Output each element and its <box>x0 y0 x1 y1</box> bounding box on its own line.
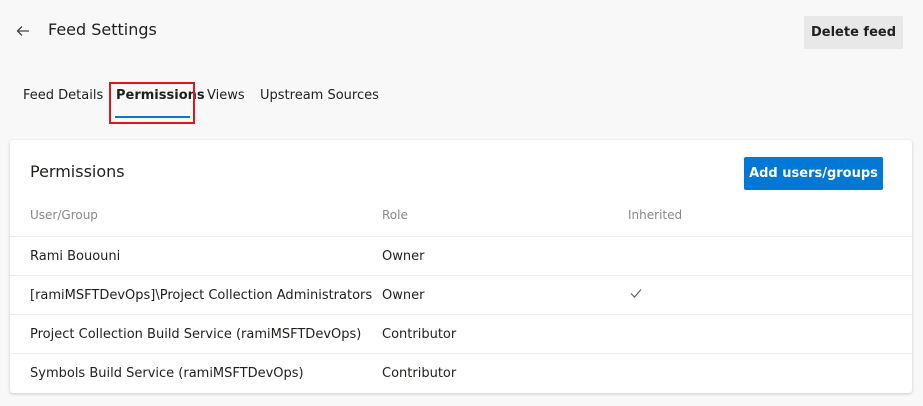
tab-upstream-sources[interactable]: Upstream Sources <box>260 88 379 103</box>
page-header: Feed Settings Delete feed <box>0 0 923 62</box>
tab-feed-details[interactable]: Feed Details <box>23 88 103 103</box>
role-cell: Contributor <box>382 366 457 381</box>
table-row[interactable]: Rami Bououni Owner <box>10 236 912 275</box>
checkmark-icon <box>630 289 642 298</box>
column-header-user-group[interactable]: User/Group <box>30 208 98 222</box>
column-header-role[interactable]: Role <box>382 208 408 222</box>
arrow-left-icon <box>16 26 29 36</box>
delete-feed-button[interactable]: Delete feed <box>804 16 903 49</box>
role-cell: Owner <box>382 288 425 303</box>
table-row[interactable]: Symbols Build Service (ramiMSFTDevOps) C… <box>10 353 912 392</box>
user-group-cell: [ramiMSFTDevOps]\Project Collection Admi… <box>30 288 373 303</box>
table-row[interactable]: [ramiMSFTDevOps]\Project Collection Admi… <box>10 275 912 314</box>
tab-views[interactable]: Views <box>207 88 245 103</box>
user-group-cell: Symbols Build Service (ramiMSFTDevOps) <box>30 366 304 381</box>
permissions-title: Permissions <box>30 162 125 181</box>
role-cell: Owner <box>382 249 425 264</box>
column-header-inherited[interactable]: Inherited <box>628 208 682 222</box>
permissions-card: Permissions Add users/groups User/Group … <box>10 140 912 393</box>
active-tab-indicator <box>115 116 190 118</box>
table-row[interactable]: Project Collection Build Service (ramiMS… <box>10 314 912 353</box>
user-group-cell: Rami Bououni <box>30 249 121 264</box>
page-title: Feed Settings <box>48 20 157 39</box>
settings-tabs: Feed Details Permissions Views Upstream … <box>0 80 923 124</box>
user-group-cell: Project Collection Build Service (ramiMS… <box>30 327 362 342</box>
tab-permissions[interactable]: Permissions <box>116 88 205 103</box>
add-users-groups-button[interactable]: Add users/groups <box>744 157 883 190</box>
role-cell: Contributor <box>382 327 457 342</box>
back-button[interactable] <box>12 20 34 42</box>
